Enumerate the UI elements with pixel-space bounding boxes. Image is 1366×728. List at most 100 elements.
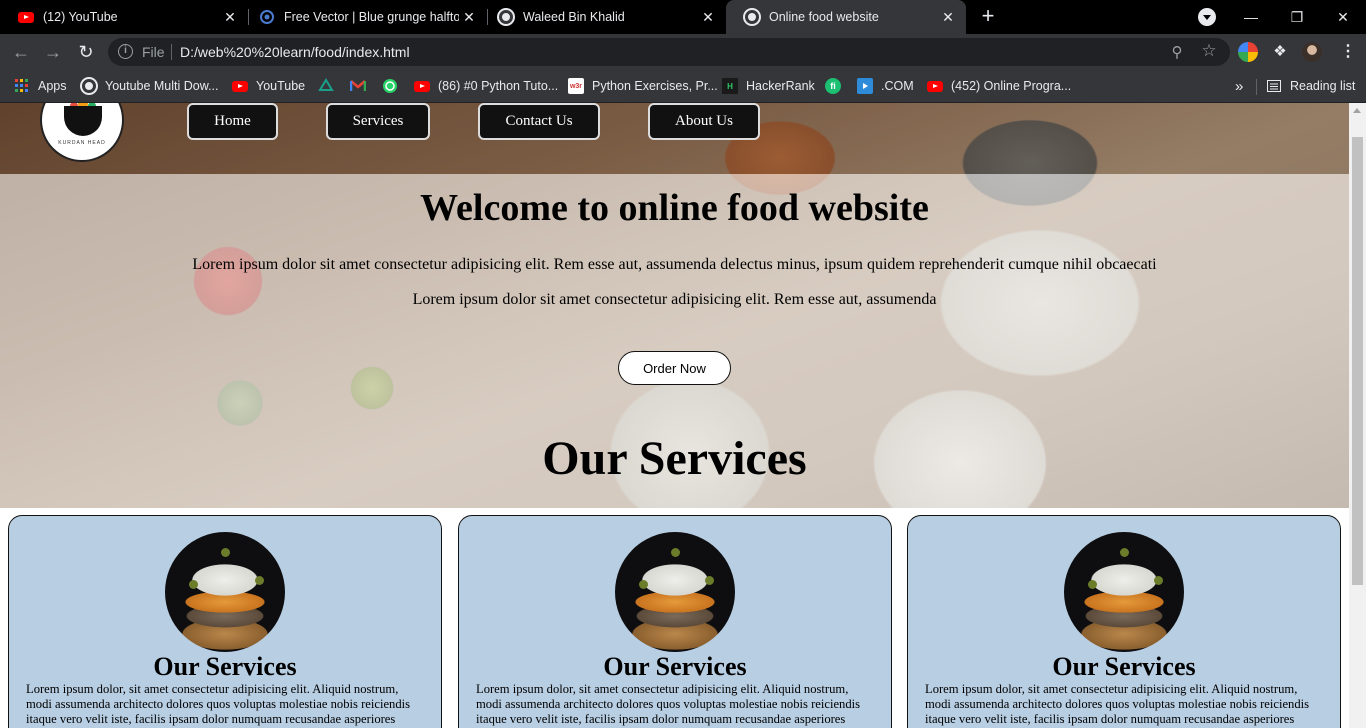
restore-icon[interactable]: ❐ [1274, 0, 1320, 34]
card-title: Our Services [153, 652, 297, 681]
hero-section: KURDAN HEAD Home Services Contact Us Abo… [0, 103, 1349, 508]
bookmark-online-programming[interactable]: (452) Online Progra... [927, 76, 1071, 96]
tab-strip: (12) YouTube ✕ Free Vector | Blue grunge… [0, 0, 1366, 34]
fiverr-icon: fi [825, 78, 841, 94]
bookmark-star-icon[interactable]: ☆ [1200, 41, 1218, 61]
bookmark-apps[interactable]: Apps [14, 76, 67, 96]
tab-freepik[interactable]: Free Vector | Blue grunge halfton ✕ [241, 0, 487, 34]
url-text[interactable]: D:/web%20%20learn/food/index.html [180, 44, 410, 60]
tab-title: Waleed Bin Khalid [523, 10, 625, 24]
nav-home[interactable]: Home [187, 103, 278, 140]
bookmark-python-tutorial[interactable]: (86) #0 Python Tuto... [414, 76, 558, 96]
service-card: Our Services Lorem ipsum dolor, sit amet… [458, 515, 892, 728]
bookmark-youtube[interactable]: YouTube [232, 76, 305, 96]
page-scrollbar[interactable] [1349, 103, 1366, 728]
bookmark-whatsapp[interactable] [382, 76, 406, 96]
minimize-icon[interactable]: — [1228, 0, 1274, 34]
bookmark-label: Python Exercises, Pr... [592, 79, 718, 93]
tab-title: Online food website [769, 10, 879, 24]
card-title: Our Services [603, 652, 747, 681]
card-text: Lorem ipsum dolor, sit amet consectetur … [26, 682, 411, 726]
bookmarks-bar: Apps Youtube Multi Dow... YouTube (86) #… [0, 70, 1366, 103]
scrollbar-thumb[interactable] [1352, 137, 1363, 585]
service-card: Our Services Lorem ipsum dolor, sit amet… [907, 515, 1341, 728]
globe-icon [81, 78, 97, 94]
scroll-up-arrow-icon[interactable] [1353, 108, 1361, 113]
tab-title: (12) YouTube [43, 10, 118, 24]
address-bar[interactable]: i File D:/web%20%20learn/food/index.html… [108, 38, 1230, 66]
bookmark-label: (86) #0 Python Tuto... [438, 79, 559, 93]
youtube-icon [18, 9, 34, 25]
bookmark-label: HackerRank [746, 79, 815, 93]
reading-list-icon [1266, 78, 1282, 94]
bookmark-gmail[interactable] [350, 76, 374, 96]
card-text: Lorem ipsum dolor, sit amet consectetur … [925, 682, 1310, 726]
tab-title: Free Vector | Blue grunge halfton [284, 10, 459, 24]
services-heading: Our Services [542, 432, 807, 485]
food-image [1064, 532, 1184, 652]
video-icon [857, 78, 873, 94]
bookmark-youtube-multi[interactable]: Youtube Multi Dow... [81, 76, 219, 96]
bookmark-hackerrank[interactable]: H HackerRank [722, 76, 815, 96]
puzzle-extensions-icon[interactable]: ❖ [1270, 42, 1290, 62]
close-icon[interactable]: ✕ [220, 9, 240, 26]
page-viewport: KURDAN HEAD Home Services Contact Us Abo… [0, 103, 1349, 728]
avatar[interactable] [1302, 42, 1322, 62]
more-bookmarks-chevron-icon[interactable]: » [1235, 76, 1243, 96]
new-tab-button[interactable]: + [976, 5, 1000, 29]
hero-paragraph-2: Lorem ipsum dolor sit amet consectetur a… [412, 291, 937, 308]
hero-title: Welcome to online food website [420, 187, 929, 229]
browser-toolbar: ← → ↻ i File D:/web%20%20learn/food/inde… [0, 34, 1366, 70]
globe-icon [498, 9, 514, 25]
logo-text: KURDAN HEAD [58, 140, 106, 146]
nav-services[interactable]: Services [326, 103, 430, 140]
tab-youtube[interactable]: (12) YouTube ✕ [0, 0, 248, 34]
hackerrank-icon: H [722, 78, 738, 94]
card-title: Our Services [1052, 652, 1196, 681]
youtube-icon [927, 78, 943, 94]
nav-contact-us[interactable]: Contact Us [478, 103, 600, 140]
close-icon[interactable]: ✕ [698, 9, 718, 26]
address-divider [171, 44, 172, 60]
bookmark-com[interactable]: .COM [857, 76, 914, 96]
w3resource-icon: w3r [568, 78, 584, 94]
bookmarks-divider [1256, 79, 1257, 95]
food-image [615, 532, 735, 652]
tab-online-food[interactable]: Online food website ✕ [726, 0, 966, 34]
bookmark-python-exercises[interactable]: w3r Python Exercises, Pr... [568, 76, 718, 96]
close-icon[interactable]: ✕ [459, 9, 479, 26]
tab-waleed[interactable]: Waleed Bin Khalid ✕ [480, 0, 726, 34]
tab-search-icon[interactable] [1198, 8, 1216, 26]
bookmark-label: (452) Online Progra... [951, 79, 1072, 93]
reading-list-label: Reading list [1290, 79, 1356, 93]
bookmark-fiverr[interactable]: fi [825, 76, 849, 96]
order-now-button[interactable]: Order Now [618, 351, 731, 385]
scheme-label: File [142, 44, 165, 60]
hero-paragraph-1: Lorem ipsum dolor sit amet consectetur a… [192, 256, 1157, 273]
window-close-icon[interactable]: ✕ [1320, 0, 1366, 34]
bookmark-label: YouTube [256, 79, 306, 93]
bookmark-label: .COM [881, 79, 914, 93]
service-card: Our Services Lorem ipsum dolor, sit amet… [8, 515, 442, 728]
bookmark-label: Youtube Multi Dow... [105, 79, 219, 93]
apps-grid-icon [14, 78, 30, 94]
freepik-icon [259, 9, 275, 25]
bookmark-label: Apps [38, 79, 67, 93]
forward-arrow-icon[interactable]: → [41, 40, 65, 64]
gitkraken-icon [318, 78, 334, 94]
nav-about-us[interactable]: About Us [648, 103, 760, 140]
reading-list-button[interactable]: Reading list [1266, 76, 1355, 96]
info-icon[interactable]: i [118, 44, 133, 59]
menu-kebab-icon[interactable]: ⋮ [1338, 42, 1358, 62]
zoom-icon[interactable]: ⚲ [1168, 43, 1186, 61]
card-text: Lorem ipsum dolor, sit amet consectetur … [476, 682, 861, 726]
youtube-icon [414, 78, 430, 94]
back-arrow-icon[interactable]: ← [9, 40, 33, 64]
bookmark-gitkraken[interactable] [318, 76, 342, 96]
globe-icon [744, 9, 760, 25]
close-icon[interactable]: ✕ [938, 9, 958, 26]
food-image [165, 532, 285, 652]
extension-icon[interactable] [1238, 42, 1258, 62]
reload-icon[interactable]: ↻ [74, 40, 98, 64]
gmail-icon [350, 78, 366, 94]
